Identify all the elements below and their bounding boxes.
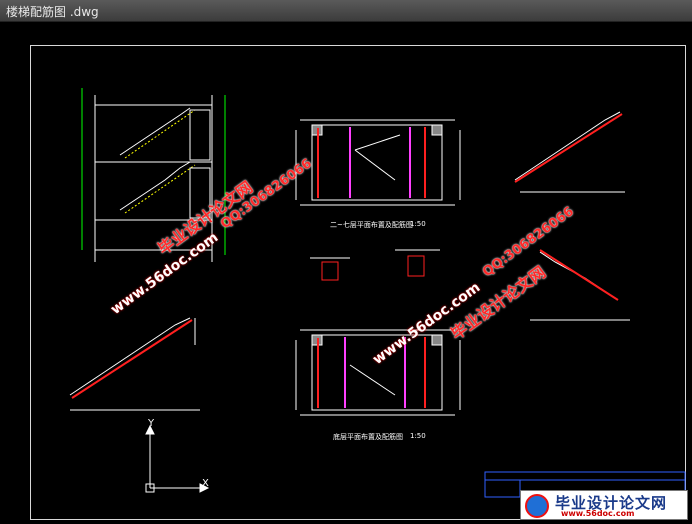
- ucs-x-label: X: [202, 478, 209, 489]
- plan-ground-caption: 底层平面布置及配筋图: [333, 433, 403, 441]
- plan-ground-scale: 1:50: [410, 432, 426, 440]
- ucs-icon: [145, 424, 210, 493]
- plan-upper: [295, 119, 461, 206]
- brand-badge: 毕业设计论文网 www.56doc.com: [520, 490, 688, 520]
- plan-ground: [295, 329, 461, 416]
- brand-logo-icon: [525, 494, 549, 518]
- ucs-y-label: Y: [148, 418, 155, 429]
- plan-upper-scale: 1:50: [410, 220, 426, 228]
- beam-details: [310, 249, 440, 281]
- plan-upper-caption: 二~七层平面布置及配筋图: [330, 221, 413, 229]
- brand-url: www.56doc.com: [561, 509, 635, 518]
- cad-drawing: [69, 88, 686, 498]
